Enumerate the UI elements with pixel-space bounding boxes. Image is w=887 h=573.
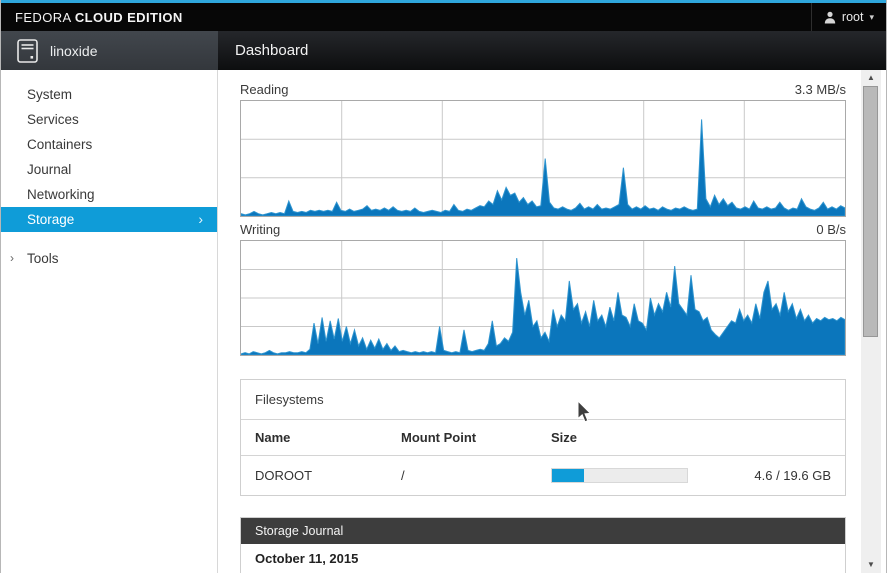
sidebar-item-containers[interactable]: Containers bbox=[1, 132, 217, 157]
reading-chart bbox=[240, 100, 846, 217]
fs-size-text: 4.6 / 19.6 GB bbox=[754, 468, 831, 483]
column-size: Size bbox=[551, 430, 831, 445]
scrollbar-thumb[interactable] bbox=[863, 86, 878, 337]
user-name: root bbox=[842, 10, 864, 24]
filesystems-title: Filesystems bbox=[241, 380, 845, 419]
writing-rate: 0 B/s bbox=[816, 222, 846, 237]
journal-date: October 11, 2015 bbox=[241, 544, 845, 573]
reading-caption: Reading 3.3 MB/s bbox=[240, 82, 846, 100]
writing-caption: Writing 0 B/s bbox=[240, 222, 846, 240]
sidebar-item-tools[interactable]: › Tools bbox=[1, 246, 217, 271]
cockpit-window: FEDORA CLOUD EDITION root ▾ linoxide Das… bbox=[0, 0, 887, 573]
vertical-scrollbar[interactable]: ▲ ▼ bbox=[861, 70, 881, 573]
user-menu-button[interactable]: root ▾ bbox=[811, 3, 887, 31]
page-title: Dashboard bbox=[218, 42, 308, 59]
sidebar-item-networking[interactable]: Networking bbox=[1, 182, 217, 207]
reading-label: Reading bbox=[240, 82, 288, 97]
sidebar-nav: System Services Containers Journal Netwo… bbox=[1, 70, 218, 573]
reading-rate: 3.3 MB/s bbox=[795, 82, 846, 97]
host-name: linoxide bbox=[50, 43, 97, 59]
writing-chart bbox=[240, 240, 846, 356]
main-content: Reading 3.3 MB/s Writing 0 B/s Filesyste… bbox=[218, 70, 887, 573]
chevron-right-icon: › bbox=[198, 207, 203, 232]
fs-mount-point: / bbox=[401, 468, 551, 483]
brand-bold: CLOUD EDITION bbox=[75, 10, 183, 25]
sidebar-item-label: Storage bbox=[27, 212, 74, 227]
usage-bar-fill bbox=[552, 469, 584, 482]
column-mount-point: Mount Point bbox=[401, 430, 551, 445]
storage-journal-title: Storage Journal bbox=[241, 518, 845, 544]
sidebar-item-storage[interactable]: Storage › bbox=[1, 207, 217, 232]
scroll-up-icon[interactable]: ▲ bbox=[861, 71, 881, 85]
filesystem-row[interactable]: DOROOT / 4.6 / 19.6 GB bbox=[241, 455, 845, 495]
fs-name: DOROOT bbox=[255, 468, 401, 483]
tools-label: Tools bbox=[27, 251, 59, 266]
usage-bar bbox=[551, 468, 688, 483]
chevron-down-icon: ▾ bbox=[869, 12, 874, 23]
person-icon bbox=[824, 11, 836, 24]
page-header: Dashboard bbox=[218, 31, 887, 70]
top-navbar: FEDORA CLOUD EDITION root ▾ bbox=[1, 3, 887, 31]
brand-logo: FEDORA CLOUD EDITION bbox=[1, 10, 183, 25]
column-name: Name bbox=[255, 430, 401, 445]
host-switcher[interactable]: linoxide bbox=[1, 31, 218, 70]
sidebar-item-services[interactable]: Services bbox=[1, 107, 217, 132]
expander-chevron-icon: › bbox=[10, 246, 14, 271]
storage-journal-panel: Storage Journal October 11, 2015 bbox=[240, 517, 846, 573]
sidebar-item-journal[interactable]: Journal bbox=[1, 157, 217, 182]
brand-regular: FEDORA bbox=[15, 10, 71, 25]
filesystems-column-headers: Name Mount Point Size bbox=[241, 419, 845, 455]
filesystems-panel: Filesystems Name Mount Point Size DOROOT… bbox=[240, 379, 846, 496]
writing-label: Writing bbox=[240, 222, 280, 237]
scroll-down-icon[interactable]: ▼ bbox=[861, 558, 881, 572]
server-icon bbox=[17, 39, 38, 63]
sidebar-item-system[interactable]: System bbox=[1, 82, 217, 107]
